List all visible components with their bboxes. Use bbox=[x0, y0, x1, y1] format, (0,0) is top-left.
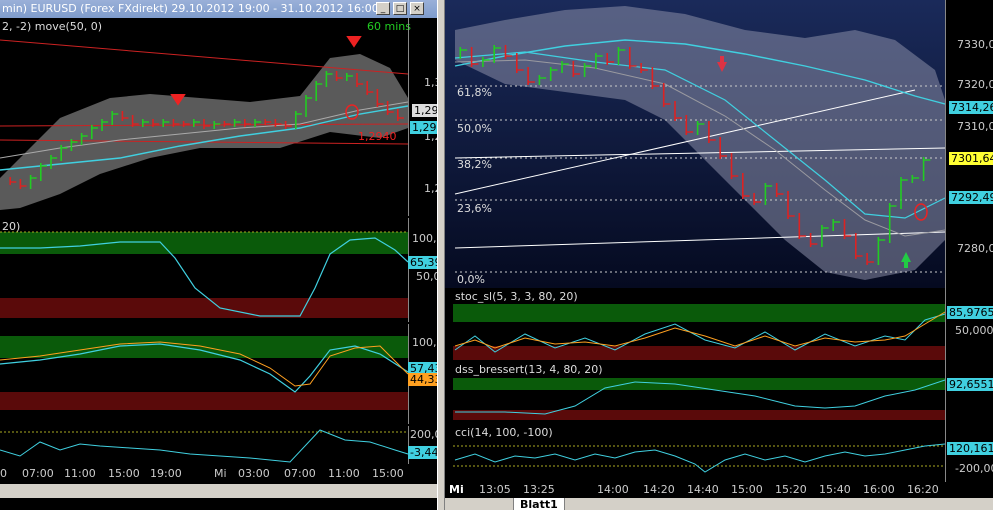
time-label: 14:00 bbox=[597, 483, 629, 496]
price-tag: 1,297 bbox=[412, 104, 437, 117]
left-price-axis bbox=[408, 18, 409, 216]
maximize-button[interactable]: □ bbox=[393, 2, 407, 15]
time-label: 11:00 bbox=[64, 467, 96, 480]
osc3-tag: -3,448 bbox=[408, 446, 437, 459]
right-price-panel[interactable]: 61,8% 50,0% 38,2% 23,6% 0,0% 7330,0 7320… bbox=[445, 0, 993, 290]
left-title-bar[interactable]: min) EURUSD (Forex FXdirekt) 29.10.2012 … bbox=[0, 0, 437, 18]
stoc-panel[interactable]: stoc_sl(5, 3, 3, 80, 20) 50,000 85,9765 bbox=[445, 290, 993, 362]
minimize-button[interactable]: _ bbox=[376, 2, 390, 15]
osc1-chart bbox=[0, 231, 409, 318]
price-tag: 7314,26 bbox=[949, 101, 993, 114]
time-label: 15:20 bbox=[775, 483, 807, 496]
price-tag: 7301,64 bbox=[949, 152, 993, 165]
time-label: 13:05 bbox=[479, 483, 511, 496]
osc3-chart bbox=[0, 429, 409, 463]
osc3-tick: 200,0 bbox=[410, 428, 437, 441]
left-time-axis: 0 07:00 11:00 15:00 19:00 Mi 03:00 07:00… bbox=[0, 466, 437, 482]
time-label: Mi bbox=[449, 483, 464, 496]
price-tick: 1,2 bbox=[424, 182, 437, 195]
cci-axis bbox=[945, 424, 946, 482]
left-price-panel[interactable]: 2, -2) move(50, 0) 60 mins 1,3 1,2 1,2 1… bbox=[0, 18, 437, 216]
time-label: 07:00 bbox=[284, 467, 316, 480]
stoc-tag: 85,9765 bbox=[947, 306, 993, 319]
sheet-tab[interactable]: Blatt1 bbox=[513, 498, 565, 510]
window-splitter[interactable] bbox=[437, 0, 445, 510]
time-label: 14:40 bbox=[687, 483, 719, 496]
dss-axis bbox=[945, 362, 946, 424]
close-button[interactable]: × bbox=[410, 2, 424, 15]
osc1-axis bbox=[408, 218, 409, 322]
time-label: 0 bbox=[0, 467, 7, 480]
left-price-indicator-label: 2, -2) move(50, 0) bbox=[2, 20, 103, 33]
right-horizontal-scrollbar[interactable]: Blatt1 bbox=[445, 498, 993, 510]
time-label: 15:00 bbox=[108, 467, 140, 480]
cci-label: cci(14, 100, -100) bbox=[455, 426, 553, 439]
fib-label: 50,0% bbox=[457, 122, 492, 135]
stoc-label: stoc_sl(5, 3, 3, 80, 20) bbox=[455, 290, 578, 303]
left-chart-window[interactable]: min) EURUSD (Forex FXdirekt) 29.10.2012 … bbox=[0, 0, 437, 510]
price-tag: 7292,49 bbox=[949, 191, 993, 204]
time-label: 13:25 bbox=[523, 483, 555, 496]
price-tick: 7330,0 bbox=[957, 38, 993, 51]
right-price-chart bbox=[445, 0, 946, 288]
time-label: 11:00 bbox=[328, 467, 360, 480]
osc1-label: 20) bbox=[2, 220, 21, 233]
dss-label: dss_bressert(13, 4, 80, 20) bbox=[455, 363, 603, 376]
time-label: 03:00 bbox=[238, 467, 270, 480]
osc2-tag: 44,33 bbox=[408, 373, 437, 386]
price-tag: 1,2940 bbox=[358, 130, 397, 143]
left-window-title: min) EURUSD (Forex FXdirekt) 29.10.2012 … bbox=[2, 2, 379, 15]
time-label: 15:00 bbox=[731, 483, 763, 496]
right-price-axis bbox=[945, 0, 946, 290]
dss-tag: 92,6551 bbox=[947, 378, 993, 391]
fib-label: 0,0% bbox=[457, 273, 485, 286]
left-price-chart bbox=[0, 36, 409, 210]
fib-label: 23,6% bbox=[457, 202, 492, 215]
left-horizontal-scrollbar[interactable] bbox=[0, 484, 437, 498]
left-oscillator-2[interactable]: 100,0 57,43 44,33 bbox=[0, 324, 437, 424]
osc2-chart bbox=[0, 336, 409, 410]
dss-panel[interactable]: dss_bressert(13, 4, 80, 20) 92,6551 bbox=[445, 362, 993, 424]
price-tick: 1,3 bbox=[424, 76, 437, 89]
time-label: 16:00 bbox=[863, 483, 895, 496]
right-time-axis: Mi 13:05 13:25 14:00 14:20 14:40 15:00 1… bbox=[445, 482, 993, 498]
cci-tag: 120,1613 bbox=[947, 442, 993, 455]
time-label: 15:40 bbox=[819, 483, 851, 496]
cci-panel[interactable]: cci(14, 100, -100) -200,000 120,1613 bbox=[445, 424, 993, 482]
cci-tick: -200,000 bbox=[955, 462, 993, 475]
fib-label: 38,2% bbox=[457, 158, 492, 171]
osc1-tick: 50,0 bbox=[416, 270, 437, 283]
osc1-tick: 100,0 bbox=[412, 232, 437, 245]
time-label: 07:00 bbox=[22, 467, 54, 480]
time-label: Mi bbox=[214, 467, 227, 480]
price-tick: 7320,0 bbox=[957, 78, 993, 91]
left-oscillator-3[interactable]: 200,0 -3,448 bbox=[0, 426, 437, 464]
stoc-tick: 50,000 bbox=[955, 324, 993, 337]
time-label: 15:00 bbox=[372, 467, 404, 480]
time-label: 14:20 bbox=[643, 483, 675, 496]
time-label: 19:00 bbox=[150, 467, 182, 480]
time-label: 16:20 bbox=[907, 483, 939, 496]
price-tick: 7280,0 bbox=[957, 242, 993, 255]
left-oscillator-1[interactable]: 20) 100,0 50,0 65,39 bbox=[0, 218, 437, 322]
osc1-tag: 65,39 bbox=[408, 256, 437, 269]
stoc-axis bbox=[945, 290, 946, 362]
osc2-tick: 100,0 bbox=[412, 336, 437, 349]
fib-label: 61,8% bbox=[457, 86, 492, 99]
timeframe-label: 60 mins bbox=[367, 20, 411, 33]
price-tick: 7310,0 bbox=[957, 120, 993, 133]
right-chart-window[interactable]: 61,8% 50,0% 38,2% 23,6% 0,0% 7330,0 7320… bbox=[445, 0, 993, 510]
price-tag: 1,295 bbox=[410, 121, 437, 134]
